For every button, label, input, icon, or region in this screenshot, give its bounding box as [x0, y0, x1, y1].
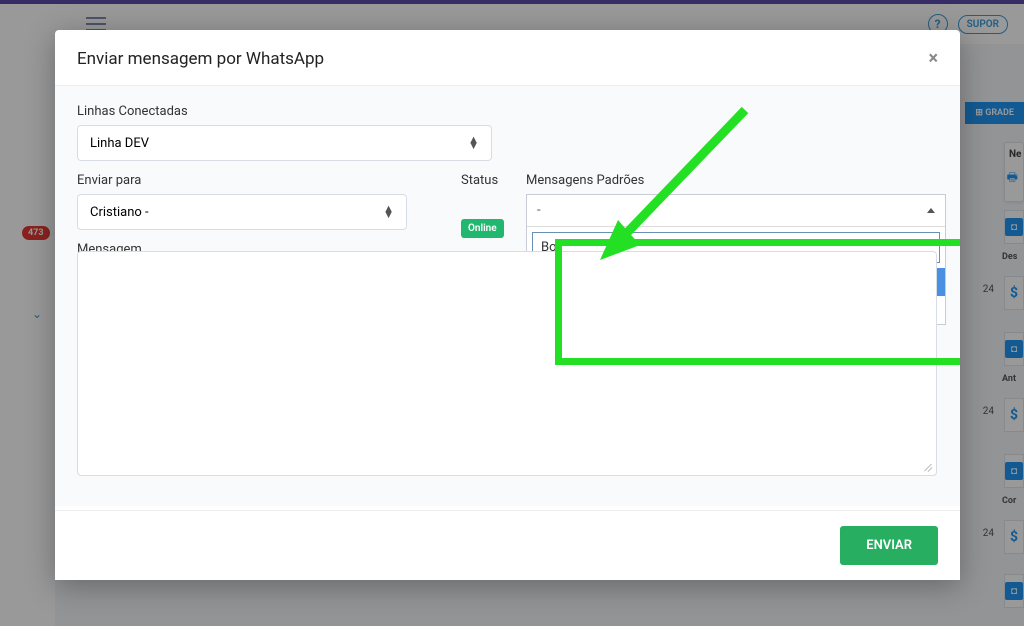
- status-label: Status: [461, 173, 506, 188]
- dropdown-current-value: -: [537, 203, 541, 218]
- linhas-conectadas-label: Linhas Conectadas: [77, 104, 938, 119]
- select-arrows-icon: ▲▼: [468, 137, 479, 149]
- modal-title: Enviar mensagem por WhatsApp: [77, 49, 324, 69]
- chevron-up-icon: [927, 208, 935, 213]
- resize-handle-icon[interactable]: [922, 461, 932, 471]
- enviar-para-label: Enviar para: [77, 173, 441, 188]
- whatsapp-modal: Enviar mensagem por WhatsApp × Linhas Co…: [55, 30, 960, 580]
- modal-header: Enviar mensagem por WhatsApp ×: [55, 30, 960, 86]
- mensagem-textarea[interactable]: [77, 251, 937, 476]
- enviar-para-select[interactable]: Cristiano - ▲▼: [77, 194, 407, 230]
- modal-body: Linhas Conectadas Linha DEV ▲▼ Enviar pa…: [55, 86, 960, 506]
- mensagens-padroes-label: Mensagens Padrões: [526, 173, 946, 188]
- status-badge: Online: [461, 219, 504, 238]
- enviar-para-value: Cristiano -: [90, 205, 149, 220]
- modal-footer: ENVIAR: [55, 510, 960, 580]
- select-arrows-icon-2: ▲▼: [383, 206, 394, 218]
- linha-select[interactable]: Linha DEV ▲▼: [77, 125, 492, 161]
- send-button[interactable]: ENVIAR: [840, 526, 938, 565]
- close-icon[interactable]: ×: [928, 48, 938, 69]
- dropdown-selected-display[interactable]: -: [527, 195, 945, 227]
- linha-selected-value: Linha DEV: [90, 136, 149, 151]
